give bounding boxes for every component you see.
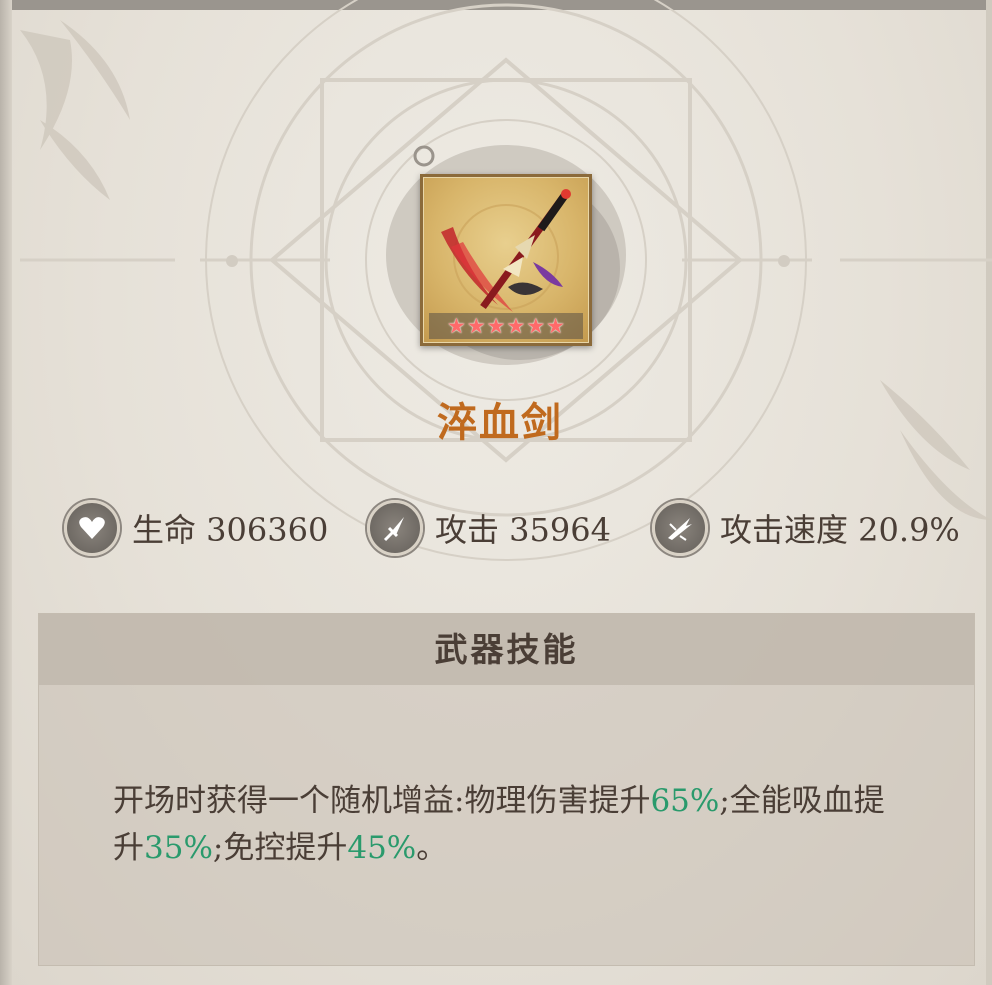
heart-icon (64, 500, 120, 556)
star-icon: ★ (506, 314, 526, 338)
stat-hp-label: 生命 306360 (132, 511, 329, 549)
stat-attack: 攻击 35964 (367, 500, 611, 556)
weapon-detail-panel: ★ ★ ★ ★ ★ ★ 淬血剑 生命 306360 攻击 35964 攻击速度 20.9% (0, 0, 992, 985)
skill-value-physical-damage: 65% (650, 783, 720, 819)
weapon-name: 淬血剑 (437, 399, 563, 446)
skill-value-cc-immunity: 45% (347, 830, 417, 866)
skill-desc-text: ;免控提升 (212, 830, 348, 866)
star-rating: ★ ★ ★ ★ ★ ★ (429, 313, 583, 339)
stat-attack-speed: 攻击速度 20.9% (652, 500, 960, 556)
dagger-icon (367, 500, 423, 556)
stat-hp: 生命 306360 (64, 500, 328, 556)
star-icon: ★ (546, 314, 565, 338)
skill-desc-text: 。 (416, 830, 448, 866)
star-icon: ★ (447, 314, 466, 338)
weapon-skill-title: 武器技能 (39, 614, 974, 685)
skill-desc-text: 开场时获得一个随机增益:物理伤害提升 (113, 783, 651, 819)
weapon-skill-box: 武器技能 开场时获得一个随机增益:物理伤害提升65%;全能吸血提升35%;免控提… (38, 613, 975, 966)
slash-icon (652, 500, 708, 556)
stat-attack-label: 攻击 35964 (435, 511, 611, 549)
stat-attack-speed-label: 攻击速度 20.9% (720, 511, 960, 549)
skill-value-lifesteal: 35% (144, 830, 213, 866)
weapon-skill-description: 开场时获得一个随机增益:物理伤害提升65%;全能吸血提升35%;免控提升45%。 (113, 778, 913, 872)
weapon-icon-frame[interactable]: ★ ★ ★ ★ ★ ★ (420, 174, 592, 346)
star-icon: ★ (486, 314, 506, 338)
star-icon: ★ (466, 314, 486, 338)
star-icon: ★ (526, 314, 546, 338)
